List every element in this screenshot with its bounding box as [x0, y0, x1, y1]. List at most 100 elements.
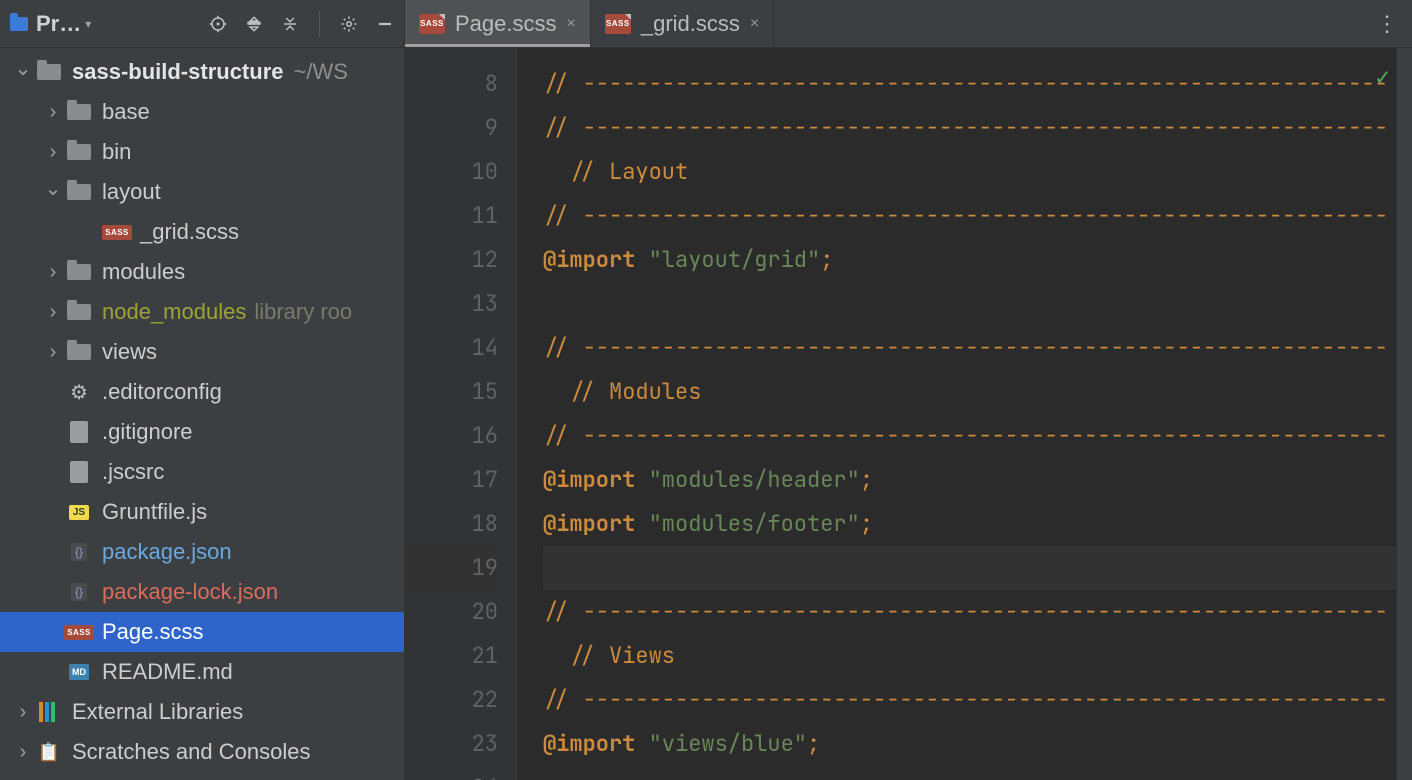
tree-item-label: _grid.scss	[140, 219, 239, 245]
close-icon[interactable]: ×	[567, 15, 576, 33]
line-number[interactable]: 24	[405, 766, 498, 780]
line-number[interactable]: 14	[405, 326, 498, 370]
chevron-right-icon[interactable]	[42, 261, 64, 284]
separator	[319, 11, 320, 37]
folder-icon	[64, 140, 94, 164]
tree-item[interactable]: Page.scss	[0, 612, 404, 652]
tree-item[interactable]: views	[0, 332, 404, 372]
tree-root-label: sass-build-structure	[72, 59, 284, 85]
collapse-all-icon[interactable]	[279, 13, 301, 35]
chevron-down-icon[interactable]	[42, 180, 64, 205]
code-line[interactable]: // Modules	[543, 370, 1412, 414]
project-tool-header: Pr… ▾	[0, 0, 405, 47]
project-tree[interactable]: sass-build-structure ~/WS base bin layout _…	[0, 48, 405, 780]
line-number[interactable]: 13	[405, 282, 498, 326]
kebab-icon[interactable]: ⋮	[1376, 11, 1398, 37]
tree-item-label: package-lock.json	[102, 579, 278, 605]
line-number[interactable]: 16	[405, 414, 498, 458]
top-bar: Pr… ▾	[0, 0, 1412, 48]
close-icon[interactable]: ×	[750, 15, 759, 33]
chevron-right-icon[interactable]	[12, 741, 34, 764]
tree-item-label: bin	[102, 139, 131, 165]
code-line[interactable]	[543, 766, 1412, 780]
code-line[interactable]	[543, 546, 1412, 590]
tree-item[interactable]: layout	[0, 172, 404, 212]
tree-item[interactable]: .editorconfig	[0, 372, 404, 412]
sass-file-icon	[605, 14, 631, 34]
folder-icon	[64, 180, 94, 204]
editor-gutter: 89101112131415161718192021222324	[405, 48, 517, 780]
tree-item[interactable]: package-lock.json	[0, 572, 404, 612]
code-line[interactable]: // -------------------------------------…	[543, 194, 1412, 238]
code-line[interactable]: // -------------------------------------…	[543, 590, 1412, 634]
tree-item-label: modules	[102, 259, 185, 285]
line-number[interactable]: 23	[405, 722, 498, 766]
tree-item-label: .jscsrc	[102, 459, 164, 485]
chevron-right-icon[interactable]	[42, 101, 64, 124]
tree-item[interactable]: node_moduleslibrary roo	[0, 292, 404, 332]
line-number[interactable]: 22	[405, 678, 498, 722]
tree-item[interactable]: package.json	[0, 532, 404, 572]
code-line[interactable]: @import "views/blue";	[543, 722, 1412, 766]
tree-item-label: README.md	[102, 659, 233, 685]
code-line[interactable]: // -------------------------------------…	[543, 326, 1412, 370]
json-icon	[64, 540, 94, 564]
chevron-right-icon[interactable]	[42, 141, 64, 164]
editor-scrollbar[interactable]	[1396, 48, 1412, 780]
file-icon	[64, 420, 94, 444]
analysis-ok-icon[interactable]: ✓	[1376, 56, 1390, 100]
gear-icon[interactable]	[338, 13, 360, 35]
line-number[interactable]: 15	[405, 370, 498, 414]
tree-item[interactable]: modules	[0, 252, 404, 292]
tree-item[interactable]: .jscsrc	[0, 452, 404, 492]
code-line[interactable]: @import "modules/header";	[543, 458, 1412, 502]
project-tool-title[interactable]: Pr…	[36, 11, 81, 37]
tab-page-scss[interactable]: Page.scss ×	[405, 0, 591, 47]
code-line[interactable]	[543, 282, 1412, 326]
tree-item[interactable]: .gitignore	[0, 412, 404, 452]
tree-item[interactable]: README.md	[0, 652, 404, 692]
chevron-right-icon[interactable]	[12, 701, 34, 724]
tree-root-path: ~/WS	[294, 59, 348, 85]
chevron-down-icon[interactable]	[12, 60, 34, 85]
code-line[interactable]: // -------------------------------------…	[543, 62, 1412, 106]
editor-code[interactable]: // -------------------------------------…	[517, 48, 1412, 780]
minimize-icon[interactable]	[374, 13, 396, 35]
code-line[interactable]: // -------------------------------------…	[543, 678, 1412, 722]
code-editor[interactable]: 89101112131415161718192021222324 // ----…	[405, 48, 1412, 780]
code-line[interactable]: // -------------------------------------…	[543, 106, 1412, 150]
expand-all-icon[interactable]	[243, 13, 265, 35]
folder-icon	[64, 260, 94, 284]
tree-item[interactable]: Gruntfile.js	[0, 492, 404, 532]
tab-grid-scss[interactable]: _grid.scss ×	[591, 0, 774, 47]
line-number[interactable]: 8	[405, 62, 498, 106]
line-number[interactable]: 19	[405, 546, 498, 590]
line-number[interactable]: 17	[405, 458, 498, 502]
tree-extra[interactable]: Scratches and Consoles	[0, 732, 404, 772]
code-line[interactable]: @import "layout/grid";	[543, 238, 1412, 282]
chevron-down-icon[interactable]: ▾	[85, 17, 91, 31]
code-line[interactable]: // -------------------------------------…	[543, 414, 1412, 458]
line-number[interactable]: 9	[405, 106, 498, 150]
line-number[interactable]: 10	[405, 150, 498, 194]
code-line[interactable]: @import "modules/footer";	[543, 502, 1412, 546]
line-number[interactable]: 20	[405, 590, 498, 634]
chevron-right-icon[interactable]	[42, 301, 64, 324]
code-line[interactable]: // Layout	[543, 150, 1412, 194]
project-tool-actions	[207, 11, 396, 37]
tree-item[interactable]: base	[0, 92, 404, 132]
line-number[interactable]: 21	[405, 634, 498, 678]
line-number[interactable]: 11	[405, 194, 498, 238]
line-number[interactable]: 12	[405, 238, 498, 282]
tree-item-label: Page.scss	[102, 619, 204, 645]
tree-item[interactable]: _grid.scss	[0, 212, 404, 252]
target-icon[interactable]	[207, 13, 229, 35]
tree-root[interactable]: sass-build-structure ~/WS	[0, 52, 404, 92]
tree-extra-label: Scratches and Consoles	[72, 739, 310, 765]
code-line[interactable]: // Views	[543, 634, 1412, 678]
tree-extra[interactable]: External Libraries	[0, 692, 404, 732]
file-icon	[64, 460, 94, 484]
chevron-right-icon[interactable]	[42, 341, 64, 364]
line-number[interactable]: 18	[405, 502, 498, 546]
tree-item[interactable]: bin	[0, 132, 404, 172]
